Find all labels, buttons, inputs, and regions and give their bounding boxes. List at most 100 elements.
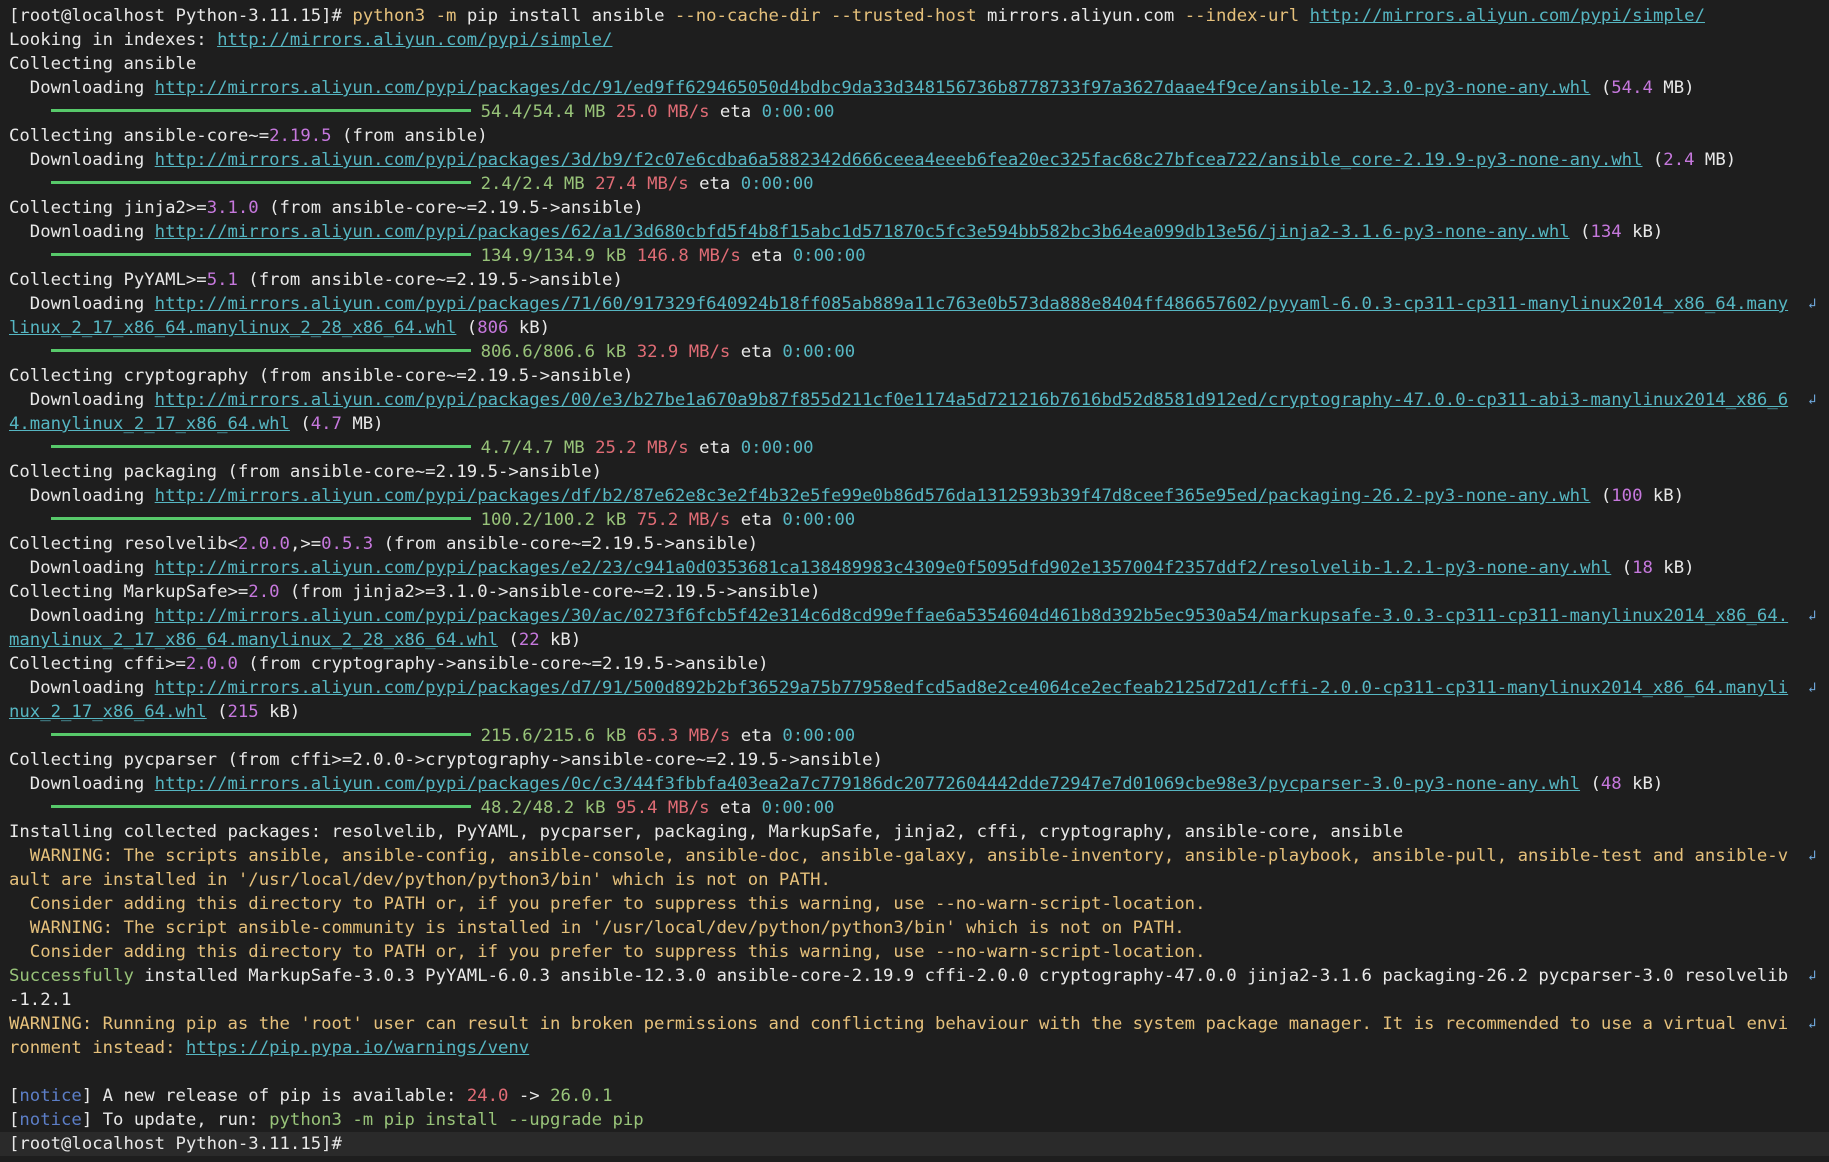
progress-bar bbox=[50, 180, 471, 184]
progress-bar bbox=[50, 804, 471, 808]
text-segment: [root@localhost Python-3.11.15]# bbox=[9, 6, 353, 26]
url-link[interactable]: http://mirrors.aliyun.com/pypi/simple/ bbox=[217, 30, 612, 50]
text-segment: kB) bbox=[1642, 486, 1685, 506]
terminal-line: manylinux_2_17_x86_64.manylinux_2_28_x86… bbox=[9, 628, 1809, 652]
text-segment: 54.4/54.4 MB bbox=[480, 102, 616, 122]
terminal-line: ault are installed in '/usr/local/dev/py… bbox=[9, 868, 1809, 892]
terminal-line: Consider adding this directory to PATH o… bbox=[9, 892, 1809, 916]
url-link[interactable]: http://mirrors.aliyun.com/pypi/packages/… bbox=[155, 774, 1580, 794]
text-segment: Downloading bbox=[9, 390, 155, 410]
text-segment: 215.6/215.6 kB bbox=[480, 726, 637, 746]
text-segment: 48 bbox=[1600, 774, 1622, 794]
url-link[interactable]: linux_2_17_x86_64.manylinux_2_28_x86_64.… bbox=[9, 318, 456, 338]
url-link[interactable]: http://mirrors.aliyun.com/pypi/packages/… bbox=[155, 558, 1612, 578]
progress-line: 2.4/2.4 MB 27.4 MB/s eta 0:00:00 bbox=[9, 172, 1809, 196]
url-link[interactable]: 4.manylinux_2_17_x86_64.whl bbox=[9, 414, 290, 434]
text-segment: eta bbox=[730, 342, 783, 362]
text-segment: ,>= bbox=[289, 534, 322, 554]
progress-line: 134.9/134.9 kB 146.8 MB/s eta 0:00:00 bbox=[9, 244, 1809, 268]
url-link[interactable]: http://mirrors.aliyun.com/pypi/packages/… bbox=[155, 222, 1570, 242]
text-segment: Downloading bbox=[9, 678, 155, 698]
terminal-line: Downloading http://mirrors.aliyun.com/py… bbox=[9, 292, 1809, 316]
url-link[interactable]: http://mirrors.aliyun.com/pypi/packages/… bbox=[155, 78, 1591, 98]
text-segment: ( bbox=[289, 414, 311, 434]
text-segment: 134.9/134.9 kB bbox=[480, 246, 637, 266]
url-link[interactable]: https://pip.pypa.io/warnings/venv bbox=[186, 1038, 529, 1058]
text-segment: ( bbox=[498, 630, 519, 650]
text-segment: ( bbox=[1590, 486, 1612, 506]
text-segment: MB) bbox=[1694, 150, 1737, 170]
line-wrap-icon: ↲ bbox=[1808, 848, 1817, 864]
line-wrap-icon: ↲ bbox=[1808, 680, 1817, 696]
terminal-window[interactable]: [root@localhost Python-3.11.15]# python3… bbox=[0, 0, 1829, 1162]
text-segment: Downloading bbox=[9, 150, 155, 170]
text-segment: 22 bbox=[518, 630, 540, 650]
text-segment: Collecting cffi>= bbox=[9, 654, 186, 674]
text-segment: 32.9 MB/s bbox=[636, 342, 731, 362]
url-link[interactable]: http://mirrors.aliyun.com/pypi/packages/… bbox=[155, 294, 1788, 314]
terminal-line: Collecting MarkupSafe>=2.0 (from jinja2>… bbox=[9, 580, 1809, 604]
text-segment: 54.4 bbox=[1611, 78, 1653, 98]
text-segment: notice bbox=[19, 1110, 82, 1130]
text-segment: 4.7 bbox=[310, 414, 342, 434]
progress-bar bbox=[50, 732, 471, 736]
text-segment: -> bbox=[508, 1086, 551, 1106]
url-link[interactable]: http://mirrors.aliyun.com/pypi/simple/ bbox=[1310, 6, 1705, 26]
text-segment: 95.4 MB/s bbox=[615, 798, 710, 818]
terminal-line: Downloading http://mirrors.aliyun.com/py… bbox=[9, 76, 1809, 100]
text-segment: kB) bbox=[1621, 774, 1664, 794]
terminal-line: Collecting ansible bbox=[9, 52, 1809, 76]
text-segment: eta bbox=[709, 798, 762, 818]
url-link[interactable]: http://mirrors.aliyun.com/pypi/packages/… bbox=[155, 150, 1643, 170]
text-segment: WARNING: Running pip as the 'root' user … bbox=[9, 1014, 1789, 1034]
text-segment: 0:00:00 bbox=[782, 342, 856, 362]
text-segment: Consider adding this directory to PATH o… bbox=[9, 894, 1206, 914]
progress-line: 48.2/48.2 kB 95.4 MB/s eta 0:00:00 bbox=[9, 796, 1809, 820]
text-segment: 5.1 bbox=[206, 270, 238, 290]
url-link[interactable]: http://mirrors.aliyun.com/pypi/packages/… bbox=[155, 606, 1788, 626]
line-wrap-icon: ↲ bbox=[1808, 392, 1817, 408]
terminal-line: Downloading http://mirrors.aliyun.com/py… bbox=[9, 604, 1809, 628]
terminal-line: WARNING: The script ansible-community is… bbox=[9, 916, 1809, 940]
terminal-line: WARNING: Running pip as the 'root' user … bbox=[9, 1012, 1809, 1036]
url-link[interactable]: nux_2_17_x86_64.whl bbox=[9, 702, 207, 722]
terminal-line: Consider adding this directory to PATH o… bbox=[9, 940, 1809, 964]
text-segment: installed MarkupSafe-3.0.3 PyYAML-6.0.3 … bbox=[133, 966, 1789, 986]
progress-line: 4.7/4.7 MB 25.2 MB/s eta 0:00:00 bbox=[9, 436, 1809, 460]
text-segment: python3 -m pip install --upgrade pip bbox=[269, 1110, 644, 1130]
text-segment: eta bbox=[688, 174, 741, 194]
text-segment: (from jinja2>=3.1.0->ansible-core~=2.19.… bbox=[279, 582, 821, 602]
text-segment: 3.1.0 bbox=[206, 198, 259, 218]
terminal-line: Downloading http://mirrors.aliyun.com/py… bbox=[9, 772, 1809, 796]
text-segment: kB) bbox=[539, 630, 582, 650]
text-segment: (from ansible-core~=2.19.5->ansible) bbox=[373, 534, 759, 554]
text-segment: 27.4 MB/s bbox=[595, 174, 689, 194]
text-segment: Collecting packaging (from ansible-core~… bbox=[9, 462, 603, 482]
text-segment: 146.8 MB/s bbox=[636, 246, 741, 266]
text-segment: --index-url bbox=[1184, 6, 1300, 26]
text-segment: 0.5.3 bbox=[321, 534, 374, 554]
text-segment: Successfully bbox=[9, 966, 134, 986]
terminal-line: linux_2_17_x86_64.manylinux_2_28_x86_64.… bbox=[9, 316, 1809, 340]
url-link[interactable]: manylinux_2_17_x86_64.manylinux_2_28_x86… bbox=[9, 630, 498, 650]
url-link[interactable]: http://mirrors.aliyun.com/pypi/packages/… bbox=[155, 390, 1788, 410]
terminal-line: WARNING: The scripts ansible, ansible-co… bbox=[9, 844, 1809, 868]
text-segment: Installing collected packages: resolveli… bbox=[9, 822, 1404, 842]
text-segment: notice bbox=[19, 1086, 82, 1106]
terminal-line: -1.2.1 bbox=[9, 988, 1809, 1012]
terminal-line: Collecting cryptography (from ansible-co… bbox=[9, 364, 1809, 388]
text-segment: ] A new release of pip is available: bbox=[81, 1086, 467, 1106]
terminal-line: Collecting jinja2>=3.1.0 (from ansible-c… bbox=[9, 196, 1809, 220]
line-wrap-icon: ↲ bbox=[1808, 1016, 1817, 1032]
terminal-line: Collecting PyYAML>=5.1 (from ansible-cor… bbox=[9, 268, 1809, 292]
url-link[interactable]: http://mirrors.aliyun.com/pypi/packages/… bbox=[155, 486, 1591, 506]
prompt-line[interactable]: [root@localhost Python-3.11.15]# bbox=[0, 1132, 1829, 1156]
terminal-line: Downloading http://mirrors.aliyun.com/py… bbox=[9, 676, 1809, 700]
text-segment: 134 bbox=[1590, 222, 1622, 242]
text-segment: eta bbox=[730, 726, 783, 746]
text-segment: 2.19.5 bbox=[269, 126, 332, 146]
text-segment: -m bbox=[425, 6, 467, 26]
url-link[interactable]: http://mirrors.aliyun.com/pypi/packages/… bbox=[155, 678, 1788, 698]
terminal-line: nux_2_17_x86_64.whl (215 kB) bbox=[9, 700, 1809, 724]
